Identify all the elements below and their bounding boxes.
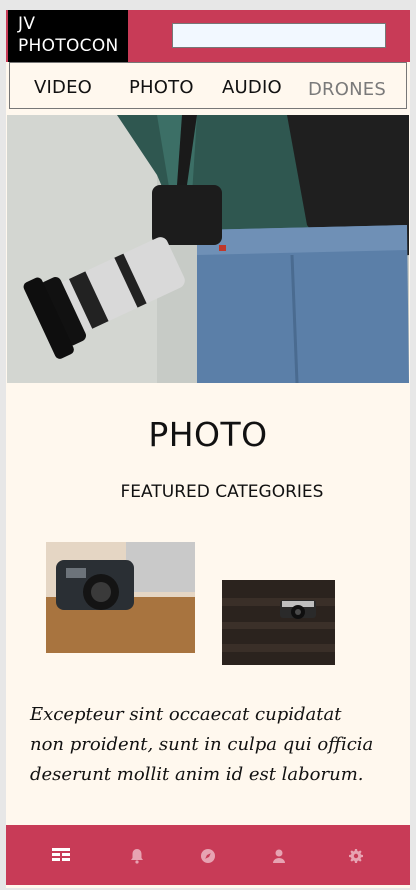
list-icon bbox=[52, 848, 70, 861]
logo-line-1: JV bbox=[18, 14, 36, 34]
compass-icon bbox=[201, 849, 215, 863]
tab-settings[interactable] bbox=[344, 844, 368, 868]
featured-categories-heading: FEATURED CATEGORIES bbox=[120, 482, 324, 502]
nav-item-drones[interactable]: DRONES bbox=[308, 79, 386, 100]
hero-image bbox=[7, 115, 409, 383]
camera-on-desk-illustration bbox=[46, 542, 195, 653]
bottom-tab-bar bbox=[6, 825, 410, 885]
logo-line-2: PHOTOCON bbox=[18, 36, 119, 56]
gear-icon bbox=[349, 849, 363, 863]
page-title: PHOTO bbox=[148, 415, 268, 454]
tab-explore[interactable] bbox=[196, 844, 220, 868]
bell-icon bbox=[131, 849, 143, 864]
user-icon bbox=[273, 849, 285, 863]
tab-notifications[interactable] bbox=[125, 844, 149, 868]
top-header: JV PHOTOCON bbox=[6, 10, 410, 62]
nav-item-photo[interactable]: PHOTO bbox=[129, 77, 194, 98]
nav-item-video[interactable]: VIDEO bbox=[34, 77, 92, 98]
featured-category-thumbnail-2[interactable] bbox=[222, 580, 335, 665]
photo-description: Excepteur sint occaecat cupidatat non pr… bbox=[30, 704, 374, 785]
app-frame: JV PHOTOCON VIDEO PHOTO AUDIO DRONES PHO… bbox=[6, 10, 410, 888]
brand-logo[interactable]: JV PHOTOCON bbox=[8, 10, 128, 62]
search-input[interactable] bbox=[172, 23, 386, 48]
hero-photographer-illustration bbox=[7, 115, 409, 383]
tab-profile[interactable] bbox=[267, 844, 291, 868]
nav-item-audio[interactable]: AUDIO bbox=[222, 77, 282, 98]
featured-category-thumbnail-1[interactable] bbox=[46, 542, 195, 653]
camera-on-wood-illustration bbox=[222, 580, 335, 665]
tab-home[interactable] bbox=[49, 844, 73, 868]
category-nav: VIDEO PHOTO AUDIO DRONES bbox=[9, 62, 407, 109]
